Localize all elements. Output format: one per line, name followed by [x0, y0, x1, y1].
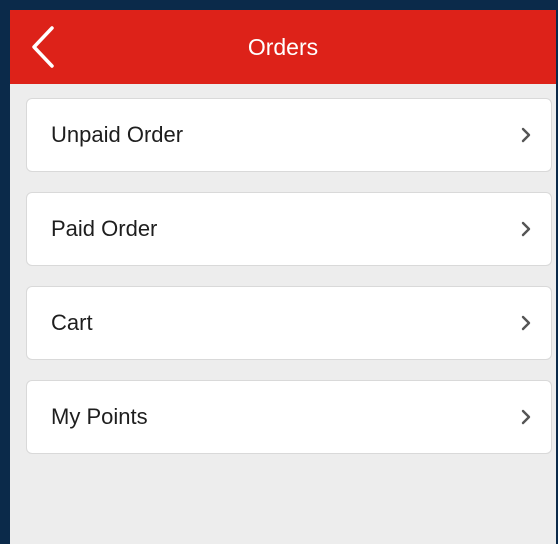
menu-item-label: Unpaid Order: [51, 122, 184, 147]
orders-screen: Orders Unpaid Order Paid Order Cart My P…: [10, 10, 556, 544]
menu-item-label: My Points: [51, 404, 148, 429]
menu-item-paid-order[interactable]: Paid Order: [26, 192, 552, 266]
app-bar: Orders: [10, 10, 556, 84]
page-title: Orders: [247, 34, 319, 60]
chevron-right-icon: [521, 409, 531, 425]
menu-item-cart[interactable]: Cart: [26, 286, 552, 360]
menu-item-my-points[interactable]: My Points: [26, 380, 552, 454]
chevron-right-icon: [521, 127, 531, 143]
menu-item-unpaid-order[interactable]: Unpaid Order: [26, 98, 552, 172]
orders-menu-list: Unpaid Order Paid Order Cart My Points: [26, 98, 552, 474]
chevron-right-icon: [521, 315, 531, 331]
menu-item-label: Paid Order: [51, 216, 158, 241]
menu-item-label: Cart: [51, 310, 93, 335]
chevron-right-icon: [521, 221, 531, 237]
